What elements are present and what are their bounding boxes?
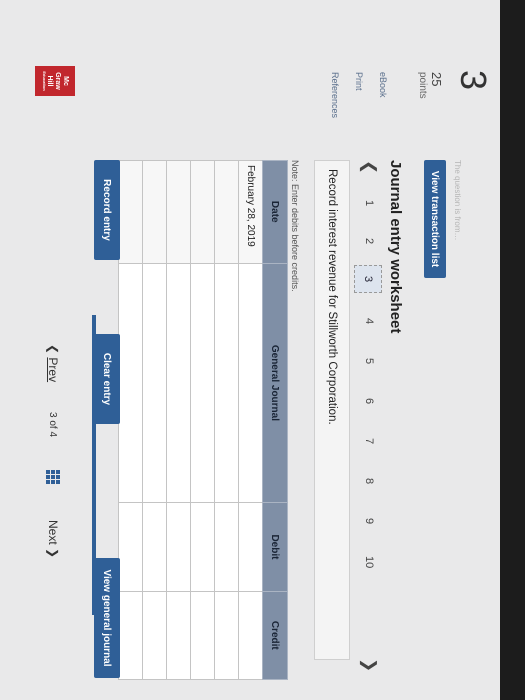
print-link[interactable]: Print	[354, 72, 364, 91]
credit-cell[interactable]	[238, 591, 263, 680]
prev-step-arrow-icon[interactable]: ❮	[359, 160, 379, 174]
view-general-journal-button[interactable]: View general journal	[94, 558, 120, 678]
step-10[interactable]: 10	[363, 556, 375, 568]
step-9[interactable]: 9	[363, 518, 375, 524]
credit-cell[interactable]	[166, 591, 191, 680]
next-step-arrow-icon[interactable]: ❯	[359, 658, 379, 672]
date-cell: February 28, 2019	[238, 160, 263, 264]
table-row	[142, 160, 167, 680]
debit-cell[interactable]	[214, 502, 239, 592]
transaction-description: Record interest revenue for Stillworth C…	[314, 160, 350, 660]
clear-entry-button[interactable]: Clear entry	[94, 334, 120, 424]
journal-table: Date General Journal Debit Credit Februa…	[118, 160, 288, 680]
publisher-logo: Mc Graw Hill Education	[35, 66, 75, 96]
date-cell	[190, 160, 215, 264]
table-row	[190, 160, 215, 680]
account-cell[interactable]	[190, 263, 215, 503]
prev-chevron-icon: ❮	[46, 344, 60, 355]
table-row	[214, 160, 239, 680]
view-transaction-list-button[interactable]: View transaction list	[424, 160, 446, 278]
points-label: points	[417, 72, 428, 99]
faded-question-text: The question is from…	[453, 160, 462, 241]
account-cell[interactable]	[166, 263, 191, 503]
account-cell[interactable]	[142, 263, 167, 503]
step-navigation: ❮ 1 2 3 4 5 6 7 8 9 10 ❯	[353, 160, 382, 680]
credit-cell[interactable]	[214, 591, 239, 680]
table-row	[166, 160, 191, 680]
col-general-journal: General Journal	[262, 263, 288, 503]
table-header-row: Date General Journal Debit Credit	[262, 160, 288, 680]
record-entry-button[interactable]: Record entry	[94, 160, 120, 260]
next-label: Next	[46, 520, 60, 545]
debit-cell[interactable]	[166, 502, 191, 592]
credit-cell[interactable]	[118, 591, 143, 680]
next-button[interactable]: Next ❯	[46, 520, 60, 558]
debit-cell[interactable]	[118, 502, 143, 592]
table-row	[118, 160, 143, 680]
references-link[interactable]: References	[330, 72, 340, 118]
debit-cell[interactable]	[142, 502, 167, 592]
page-position: 3 of 4	[47, 412, 58, 438]
date-cell	[166, 160, 191, 264]
current-step-label: 3	[362, 275, 374, 283]
date-cell	[142, 160, 167, 264]
step-6[interactable]: 6	[363, 398, 375, 404]
date-cell	[214, 160, 239, 264]
account-cell[interactable]	[238, 263, 263, 503]
step-1[interactable]: 1	[363, 200, 375, 206]
col-debit: Debit	[262, 502, 288, 592]
ebook-link[interactable]: eBook	[378, 72, 388, 98]
step-7[interactable]: 7	[363, 438, 375, 444]
points-value: 25	[429, 72, 444, 87]
date-cell	[118, 160, 143, 264]
step-2[interactable]: 2	[363, 238, 375, 244]
entry-note: Note: Enter debits before credits.	[290, 160, 300, 292]
worksheet-title: Journal entry worksheet	[387, 160, 404, 334]
step-8[interactable]: 8	[363, 478, 375, 484]
prev-label: Prev	[46, 357, 60, 383]
credit-cell[interactable]	[142, 591, 167, 680]
grid-icon[interactable]	[46, 470, 60, 484]
table-row: February 28, 2019	[238, 160, 263, 680]
account-cell[interactable]	[118, 263, 143, 503]
question-number: 3	[453, 70, 494, 91]
debit-cell[interactable]	[190, 502, 215, 592]
progress-bar	[92, 315, 96, 615]
prev-button[interactable]: ❮ Prev	[46, 344, 60, 382]
screen: 3 25 points eBook Print References The q…	[0, 0, 500, 700]
step-4[interactable]: 4	[363, 318, 375, 324]
step-5[interactable]: 5	[363, 358, 375, 364]
transaction-description-text: Record interest revenue for Stillworth C…	[326, 169, 338, 425]
next-chevron-icon: ❯	[46, 548, 60, 559]
account-cell[interactable]	[214, 263, 239, 503]
step-3-current[interactable]: 3	[354, 265, 382, 293]
col-credit: Credit	[262, 591, 288, 680]
debit-cell[interactable]	[238, 502, 263, 592]
col-date: Date	[262, 160, 288, 264]
credit-cell[interactable]	[190, 591, 215, 680]
